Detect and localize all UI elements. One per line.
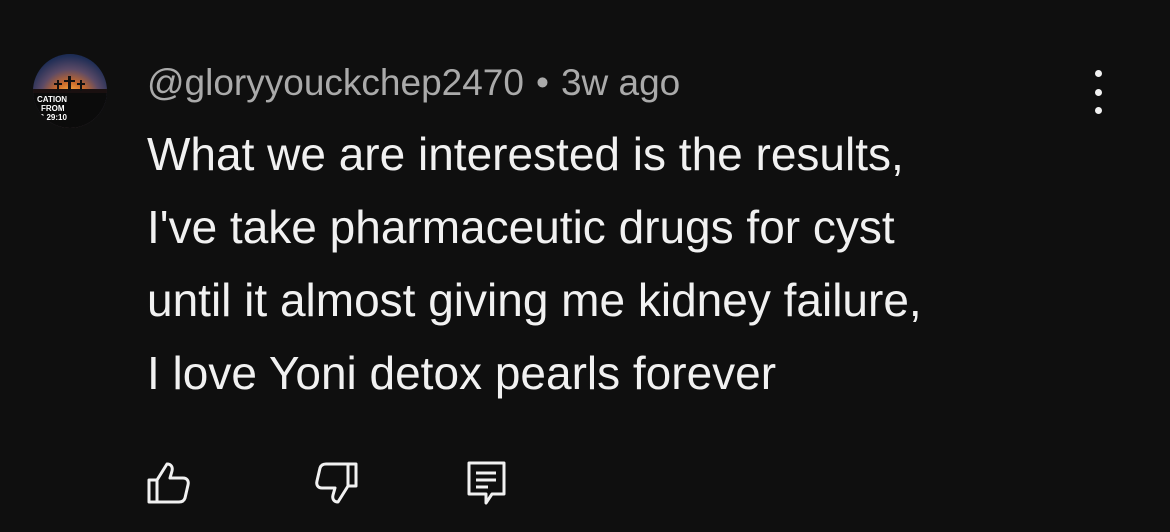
avatar[interactable]: CATION FROM 'S 29:10 bbox=[33, 54, 107, 128]
comment-line: I've take pharmaceutic drugs for cyst bbox=[147, 201, 895, 253]
reply-button[interactable] bbox=[462, 458, 512, 508]
meta-separator: • bbox=[535, 62, 549, 103]
avatar-text-line2: FROM bbox=[41, 104, 65, 113]
avatar-text-line3: 'S 29:10 bbox=[37, 113, 67, 122]
comment-body: What we are interested is the results, I… bbox=[147, 118, 1147, 410]
menu-dot bbox=[1094, 70, 1102, 77]
comment: CATION FROM 'S 29:10 @gloryyouckchep2470… bbox=[0, 0, 1170, 532]
author-handle[interactable]: @gloryyouckchep2470 bbox=[147, 62, 524, 104]
dislike-button[interactable] bbox=[312, 458, 362, 508]
thumbs-up-icon bbox=[147, 462, 190, 504]
menu-dot bbox=[1094, 107, 1102, 114]
thumbs-down-icon bbox=[315, 462, 358, 504]
comment-meta: @gloryyouckchep2470 • 3w ago bbox=[147, 60, 680, 106]
menu-dot bbox=[1094, 88, 1102, 96]
comment-line: What we are interested is the results, bbox=[147, 128, 904, 180]
more-vert-icon[interactable] bbox=[1080, 70, 1116, 114]
comment-line: until it almost giving me kidney failure… bbox=[147, 274, 922, 326]
like-button[interactable] bbox=[143, 458, 193, 508]
comment-timestamp[interactable]: 3w ago bbox=[561, 62, 680, 104]
comment-line: I love Yoni detox pearls forever bbox=[147, 347, 777, 399]
reply-icon bbox=[467, 461, 506, 505]
avatar-text-line1: CATION bbox=[37, 95, 68, 104]
